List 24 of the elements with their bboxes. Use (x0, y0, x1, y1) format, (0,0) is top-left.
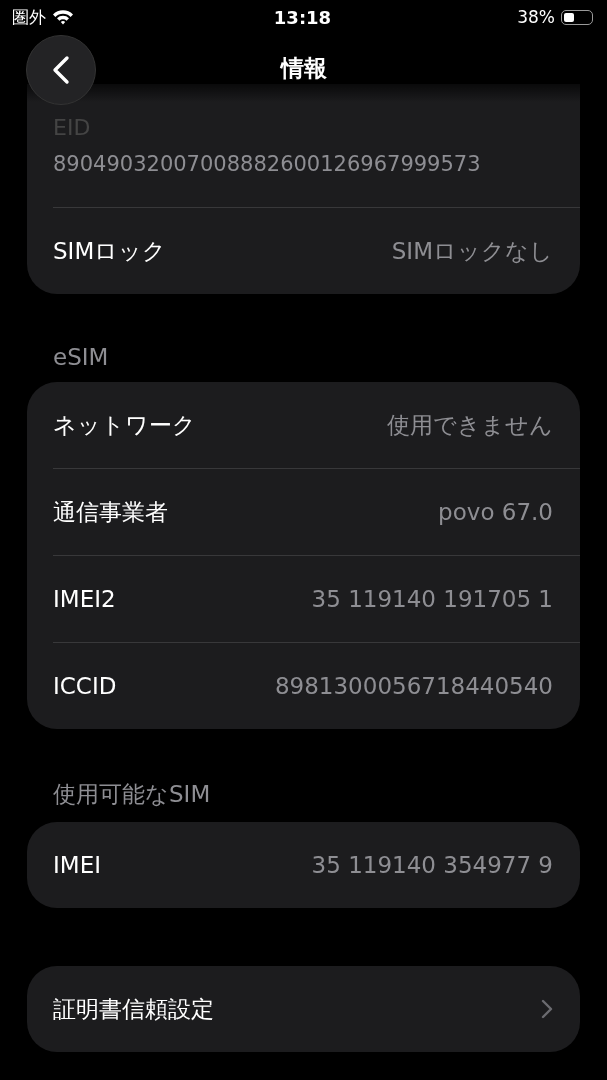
row-label: IMEI2 (53, 586, 116, 612)
settings-link-row[interactable]: 証明書信頼設定 (27, 966, 580, 1052)
row-label: ネットワーク (53, 410, 196, 440)
battery-icon (561, 9, 593, 25)
section-header: eSIM (52, 343, 110, 372)
carrier-status: 圏外 (12, 5, 46, 29)
row-label: IMEI (53, 852, 101, 878)
row-label: SIMロック (53, 236, 167, 266)
section-header: 使用可能なSIM (52, 780, 212, 809)
battery-percentage: 38% (517, 7, 555, 27)
row-value: povo 67.0 (438, 499, 553, 525)
row-label: ICCID (53, 673, 117, 699)
page-title: 情報 (280, 53, 327, 83)
row-value: 35 119140 354977 9 (311, 852, 553, 878)
row-value: 35 119140 191705 1 (311, 586, 553, 612)
status-time: 13:18 (273, 6, 332, 28)
back-icon (51, 55, 71, 85)
wifi-icon (52, 9, 74, 25)
row-value: 使用できません (387, 410, 553, 440)
row-value: 89049032007008882600126967999573 (53, 152, 481, 176)
chevron-icon (541, 999, 553, 1019)
row-value: SIMロックなし (391, 236, 553, 266)
row-label: 通信事業者 (53, 497, 168, 527)
row-value: 8981300056718440540 (274, 673, 553, 699)
